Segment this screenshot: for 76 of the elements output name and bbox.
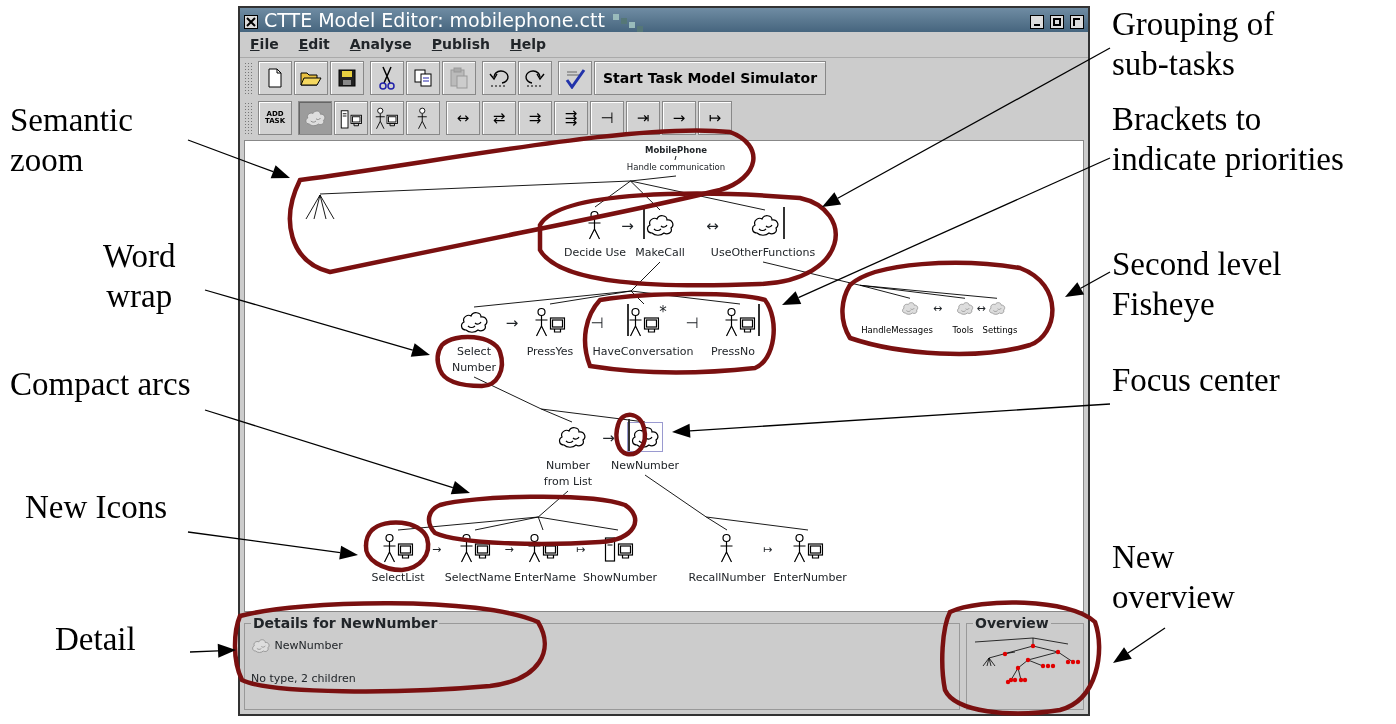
toolbar-button[interactable] xyxy=(482,61,516,95)
panel-title: Details for NewNumber xyxy=(252,616,439,630)
node-label: NewNumber xyxy=(610,458,680,474)
annotation-label: Compact arcs xyxy=(10,365,191,404)
task-type-button[interactable] xyxy=(370,101,404,135)
node-label: RecallNumber xyxy=(688,570,766,586)
task-name: NewNumber xyxy=(274,638,343,654)
menu-item[interactable]: File xyxy=(250,34,279,55)
annotation-label: Brackets to indicate priorities xyxy=(1112,100,1344,179)
iteration-marker: * xyxy=(659,304,667,320)
annotation-label: Second level Fisheye xyxy=(1112,245,1282,324)
redo-icon xyxy=(524,69,546,87)
operator-button[interactable]: ⇉ xyxy=(518,101,552,135)
operator-symbol: ⊣ xyxy=(685,315,699,331)
annotation-label: Word wrap xyxy=(103,237,176,316)
node-label: Settings xyxy=(982,324,1018,337)
highlight-loop xyxy=(435,334,505,389)
menu-item[interactable]: Help xyxy=(509,34,546,55)
root-title: MobilePhone xyxy=(645,144,707,157)
menu-item[interactable]: Publish xyxy=(431,34,490,55)
operator-symbol: ⊣ xyxy=(590,315,604,331)
node-label: Tools xyxy=(952,324,974,337)
copy-icon xyxy=(413,68,433,88)
annotation-arrow xyxy=(189,643,236,658)
menu-item[interactable]: Analyse xyxy=(349,34,412,55)
node-label: EnterNumber xyxy=(773,570,847,586)
person-icon xyxy=(417,106,429,130)
task-info: No type, 2 children xyxy=(251,670,357,687)
cloud-icon xyxy=(303,109,327,127)
node-label: HandleMessages xyxy=(861,324,933,337)
node-label: SelectList xyxy=(371,570,425,586)
annotation-label: Semantic zoom xyxy=(10,101,133,180)
clipboard-icon xyxy=(449,67,469,89)
undo-icon xyxy=(488,69,510,87)
window-title: CTTE Model Editor: mobilephone.ctt xyxy=(264,8,605,32)
task-type-button[interactable] xyxy=(334,101,368,135)
annotation-label: Detail xyxy=(55,620,136,659)
annotation-label: New overview xyxy=(1112,538,1235,617)
document-icon xyxy=(266,68,284,88)
node-label: HaveConversation xyxy=(592,344,694,360)
toolbar-button[interactable] xyxy=(370,61,404,95)
annotation-label: Grouping of sub-tasks xyxy=(1112,5,1275,84)
panel-title: Overview xyxy=(974,616,1050,630)
folder-icon xyxy=(300,69,322,87)
annotation-label: New Icons xyxy=(25,488,168,527)
person-computer-icon xyxy=(375,106,399,130)
toolbar-button[interactable] xyxy=(518,61,552,95)
operator-button[interactable]: ⇶ xyxy=(554,101,588,135)
node-label: PressNo xyxy=(711,344,755,360)
cloud-icon xyxy=(251,638,271,655)
annotation-arrow xyxy=(1113,627,1166,663)
node-label: MakeCall xyxy=(635,245,685,261)
node-label: Number from List xyxy=(543,458,593,490)
scissors-icon xyxy=(379,66,395,90)
task-type-button[interactable] xyxy=(406,101,440,135)
simulator-button[interactable]: Start Task Model Simulator xyxy=(594,61,827,95)
annotation-label: Focus center xyxy=(1112,361,1280,400)
node-label: UseOtherFunctions xyxy=(710,245,816,261)
node-label: PressYes xyxy=(526,344,574,360)
node-label: SelectName xyxy=(444,570,512,586)
collapsed-subtree-icon xyxy=(305,194,335,220)
highlight-loop xyxy=(614,412,648,457)
toolbar-button[interactable] xyxy=(294,61,328,95)
node-label: Decide Use xyxy=(563,245,627,261)
operator-button[interactable]: ↔ xyxy=(446,101,480,135)
node-label: Select Number xyxy=(451,344,497,376)
operator-button[interactable]: ⊣ xyxy=(590,101,624,135)
toolbar-button[interactable] xyxy=(558,61,592,95)
operator-button[interactable]: ⇄ xyxy=(482,101,516,135)
node-label: ShowNumber xyxy=(583,570,657,586)
root-subtitle: Handle communication xyxy=(626,161,726,174)
node-label: EnterName xyxy=(514,570,576,586)
toolbar-button[interactable] xyxy=(330,61,364,95)
menu-item[interactable]: Edit xyxy=(298,34,330,55)
spellcheck-icon xyxy=(564,67,586,89)
tree-edge xyxy=(674,155,677,161)
